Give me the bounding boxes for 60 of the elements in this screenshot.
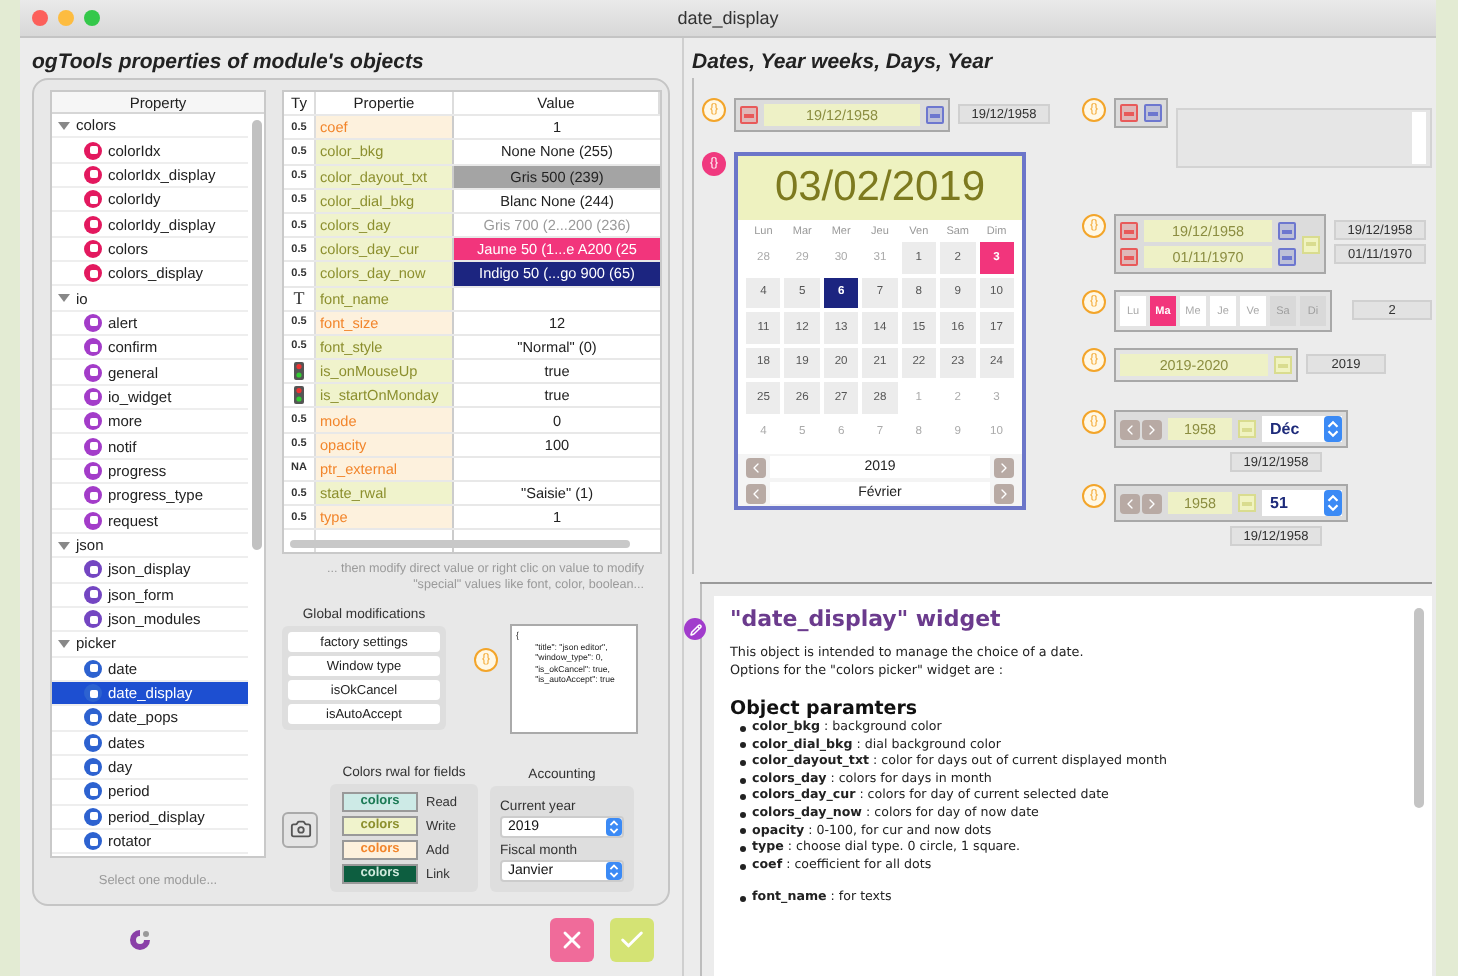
next-button[interactable] — [994, 483, 1014, 503]
edit-badge[interactable] — [684, 618, 706, 640]
bullet-icon — [740, 845, 746, 852]
select-field[interactable]: Déc — [1262, 416, 1342, 442]
disclosure-icon[interactable] — [58, 539, 70, 552]
pencil-icon — [689, 623, 701, 635]
previous-button[interactable] — [746, 457, 766, 477]
ok-button[interactable] — [610, 918, 654, 962]
disclosure-icon[interactable] — [58, 637, 70, 650]
minus-button[interactable] — [926, 106, 944, 124]
chevron-right-icon — [1144, 495, 1160, 511]
next-button[interactable] — [994, 457, 1014, 477]
next-button[interactable] — [1142, 493, 1162, 513]
bullet-icon — [740, 759, 746, 766]
bullet-icon — [740, 742, 746, 749]
chevron-left-icon — [1122, 495, 1138, 511]
apply-button[interactable] — [1302, 235, 1320, 253]
type-label: T — [293, 288, 305, 309]
close-icon — [558, 926, 586, 954]
panel-heading: Dates, Year weeks, Days, Year — [692, 48, 995, 78]
disclosure-icon[interactable] — [58, 119, 70, 132]
camera-button[interactable] — [282, 811, 318, 847]
apply-button[interactable] — [1238, 494, 1256, 512]
camera-icon — [289, 818, 311, 840]
minus-button[interactable] — [740, 106, 758, 124]
apply-button[interactable] — [1238, 420, 1256, 438]
previous-button[interactable] — [1120, 493, 1140, 513]
bullet-icon — [740, 896, 746, 903]
bullet-icon — [740, 794, 746, 801]
previous-button[interactable] — [1120, 419, 1140, 439]
chevron-right-icon — [1144, 421, 1160, 437]
stepper-icon[interactable] — [1324, 416, 1342, 442]
scrollbar[interactable] — [1414, 608, 1424, 808]
select-field[interactable]: 51 — [1262, 490, 1342, 516]
help-title: "date_display" widget — [730, 606, 1001, 632]
stepper-icon[interactable] — [606, 817, 622, 835]
zoom-button[interactable] — [84, 10, 100, 26]
previous-button[interactable] — [746, 483, 766, 503]
next-button[interactable] — [1142, 419, 1162, 439]
stepper-icon[interactable] — [606, 861, 622, 879]
bullet-icon — [740, 725, 746, 732]
chevron-left-icon — [1122, 421, 1138, 437]
bullet-icon — [740, 811, 746, 818]
close-button[interactable] — [32, 10, 48, 26]
disclosure-icon[interactable] — [58, 292, 70, 305]
bullet-icon — [740, 863, 746, 870]
selected-date: 03/02/2019 — [738, 156, 1022, 220]
stepper-icon[interactable] — [1324, 490, 1342, 516]
panel-heading: ogTools properties of module's objects — [32, 48, 426, 78]
apply-button[interactable] — [1274, 356, 1292, 374]
cancel-button[interactable] — [550, 918, 594, 962]
scrollbar[interactable] — [252, 120, 262, 550]
scrollbar[interactable] — [290, 540, 630, 548]
window-title: date_display — [677, 8, 779, 28]
logo-icon — [128, 928, 152, 952]
minimize-button[interactable] — [58, 10, 74, 26]
help-subtitle: Object paramters — [730, 698, 918, 720]
text-area[interactable] — [1176, 108, 1432, 168]
bullet-icon — [740, 828, 746, 835]
bullet-icon — [740, 777, 746, 784]
